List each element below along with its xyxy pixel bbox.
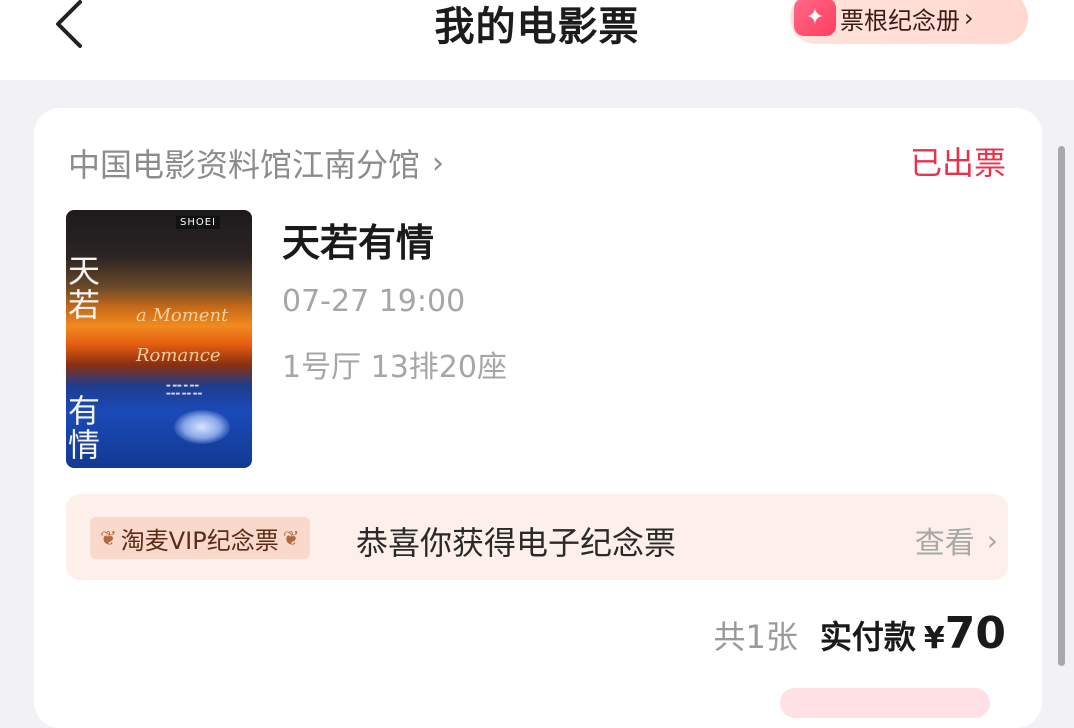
souvenir-message: 恭喜你获得电子纪念票 [356,524,677,562]
poster-english-line1: a Moment [136,305,229,326]
currency-symbol: ¥ [923,621,945,656]
movie-poster[interactable]: SHOEI 天若 有情 a Moment Romance ▬ ▬▬ ▬ ▬▬ ▬▬… [66,210,252,468]
cinema-name: 中国电影资料馆江南分馆 [68,146,421,184]
poster-english-title: a Moment Romance [136,296,228,376]
poster-badge: SHOEI [176,216,221,229]
vip-tag-label: 淘麦VIP纪念票 [120,526,279,555]
chevron-right-icon: › [964,4,974,32]
souvenir-ticket-banner[interactable]: ❦ 淘麦VIP纪念票 ❦ 恭喜你获得电子纪念票 查看 › [66,494,1008,580]
movie-title[interactable]: 天若有情 [282,212,434,267]
action-button[interactable] [780,688,990,718]
view-label: 查看 [914,526,975,561]
poster-title-top: 天若 [68,252,101,324]
laurel-left-icon: ❦ [100,526,117,550]
poster-english-line2: Romance [136,345,221,366]
payment-summary: 共1张 实付款 ¥ 70 [714,608,1007,659]
sparkle-icon: ✦ [794,0,836,36]
ticket-status: 已出票 [909,144,1006,182]
top-bar: 我的电影票 ✦ 票根纪念册 › [0,0,1074,80]
vip-souvenir-tag: ❦ 淘麦VIP纪念票 ❦ [90,517,310,559]
laurel-right-icon: ❦ [282,526,300,550]
poster-title: 天若 有情 [68,254,108,462]
poster-figure [174,410,230,444]
poster-title-bottom: 有情 [68,392,101,464]
chevron-right-icon: › [986,523,998,557]
ticket-count: 共1张 [713,618,798,656]
view-souvenir-link[interactable]: 查看 › [915,518,998,562]
ticket-card[interactable]: 中国电影资料馆江南分馆 › 已出票 SHOEI 天若 有情 a Moment R… [34,108,1042,728]
cinema-link[interactable]: 中国电影资料馆江南分馆 › [68,140,444,186]
showtime: 07-27 19:00 [282,284,466,319]
paid-amount: 70 [944,608,1006,659]
poster-credits: ▬ ▬▬ ▬ ▬▬ ▬▬▬ ▬▬ ▬▬ [166,383,203,397]
scrollbar[interactable] [1058,146,1065,666]
seat-info: 1号厅 13排20座 [282,350,507,385]
ticket-album-label: 票根纪念册 [840,6,960,35]
ticket-album-button[interactable]: ✦ 票根纪念册 › [790,0,1028,44]
chevron-right-icon: › [432,145,445,181]
paid-label: 实付款 [819,618,916,656]
